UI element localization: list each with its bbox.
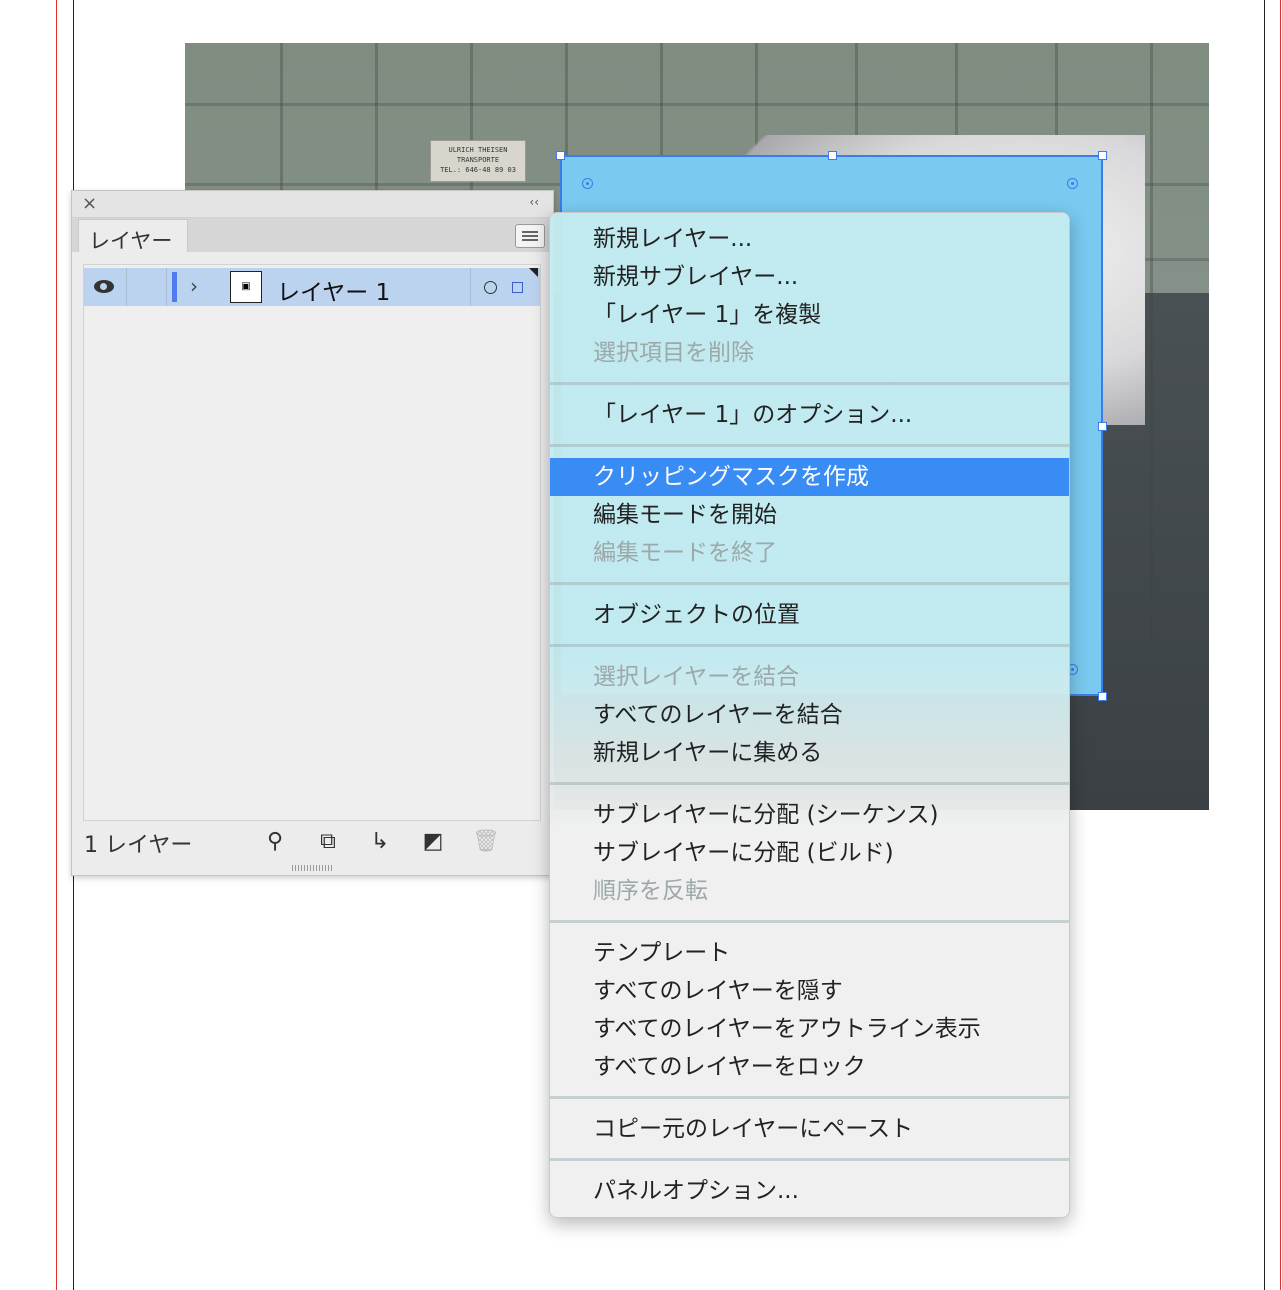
menu-new-sublayer[interactable]: 新規サブレイヤー... xyxy=(550,258,1069,296)
tab-layers[interactable]: レイヤー xyxy=(78,219,188,253)
menu-separator xyxy=(550,920,1069,923)
visibility-toggle[interactable] xyxy=(84,268,127,306)
panel-menu-button[interactable] xyxy=(515,224,545,248)
bounding-handle[interactable] xyxy=(828,151,837,160)
panel-footer: 1 レイヤー ⚲ ⧉ ↳ ◩ 🗑 xyxy=(72,823,553,863)
menu-separator xyxy=(550,444,1069,447)
collapse-icon[interactable]: ‹‹ xyxy=(529,195,539,209)
sign-line-2: TRANSPORTE xyxy=(456,156,500,164)
resize-grip[interactable] xyxy=(292,865,332,871)
context-menu: 新規レイヤー... 新規サブレイヤー... 「レイヤー 1」を複製 選択項目を削… xyxy=(549,212,1070,1218)
bleed-guide-right xyxy=(1280,0,1281,1290)
eye-icon xyxy=(94,280,114,293)
photo-sign: ULRICH THEISEN TRANSPORTE TEL.: 646-48 8… xyxy=(430,140,526,182)
menu-release-build[interactable]: サブレイヤーに分配 (ビルド) xyxy=(550,834,1069,872)
panel-titlebar[interactable]: × ‹‹ xyxy=(72,191,553,218)
menu-release-sequence[interactable]: サブレイヤーに分配 (シーケンス) xyxy=(550,796,1069,834)
menu-separator xyxy=(550,644,1069,647)
menu-separator xyxy=(550,782,1069,785)
corner-widget[interactable] xyxy=(1067,178,1078,189)
artboard-edge-right xyxy=(1264,0,1265,1290)
menu-new-layer[interactable]: 新規レイヤー... xyxy=(550,220,1069,258)
menu-reverse-order: 順序を反転 xyxy=(593,878,708,904)
menu-template[interactable]: テンプレート xyxy=(550,934,1069,972)
menu-separator xyxy=(550,1096,1069,1099)
menu-paste-remembers-layers[interactable]: コピー元のレイヤーにペースト xyxy=(550,1110,1069,1148)
sign-line-3: TEL.: 646-48 89 03 xyxy=(440,166,516,174)
target-icon[interactable] xyxy=(484,281,497,294)
new-sublayer-icon[interactable]: ↳ xyxy=(367,829,393,855)
close-icon[interactable]: × xyxy=(82,194,97,214)
layer-name[interactable]: レイヤー 1 xyxy=(277,273,390,307)
corner-widget[interactable] xyxy=(582,178,593,189)
selected-corner-icon xyxy=(529,268,538,277)
layer-row[interactable]: › ▣ レイヤー 1 xyxy=(84,268,540,306)
layer-color-bar xyxy=(172,272,177,302)
menu-make-clipping-mask[interactable]: クリッピングマスクを作成 xyxy=(550,458,1069,496)
lock-toggle[interactable] xyxy=(126,268,167,306)
menu-locate-object[interactable]: オブジェクトの位置 xyxy=(550,596,1069,634)
layer-count: 1 レイヤー xyxy=(84,833,193,858)
layers-list: › ▣ レイヤー 1 xyxy=(83,264,541,821)
bleed-guide-left xyxy=(56,0,57,1290)
new-layer-icon[interactable]: ◩ xyxy=(420,829,446,855)
selection-indicator-icon[interactable] xyxy=(512,282,523,293)
trash-icon: 🗑 xyxy=(472,829,500,854)
menu-hide-all-layers[interactable]: すべてのレイヤーを隠す xyxy=(550,972,1069,1010)
bounding-handle[interactable] xyxy=(1098,151,1107,160)
menu-delete-selection: 選択項目を削除 xyxy=(593,340,754,366)
expand-chevron-icon[interactable]: › xyxy=(190,274,198,298)
menu-separator xyxy=(550,1158,1069,1161)
menu-merge-selected: 選択レイヤーを結合 xyxy=(593,664,800,690)
sign-line-1: ULRICH THEISEN xyxy=(448,146,508,154)
tab-strip: レイヤー xyxy=(72,218,553,253)
menu-panel-options[interactable]: パネルオプション... xyxy=(550,1172,1069,1210)
menu-duplicate-layer[interactable]: 「レイヤー 1」を複製 xyxy=(550,296,1069,334)
layers-panel: × ‹‹ レイヤー › ▣ レイヤー 1 1 レイヤー ⚲ ⧉ ↳ ◩ 🗑 xyxy=(71,190,554,876)
layer-thumbnail: ▣ xyxy=(230,271,262,303)
menu-outline-all-layers[interactable]: すべてのレイヤーをアウトライン表示 xyxy=(550,1010,1069,1048)
menu-lock-all-layers[interactable]: すべてのレイヤーをロック xyxy=(550,1048,1069,1086)
menu-enter-isolation[interactable]: 編集モードを開始 xyxy=(550,496,1069,534)
hamburger-icon xyxy=(522,231,538,233)
menu-exit-isolation: 編集モードを終了 xyxy=(593,540,777,566)
menu-flatten-artwork[interactable]: すべてのレイヤーを結合 xyxy=(550,696,1069,734)
menu-collect-in-new-layer[interactable]: 新規レイヤーに集める xyxy=(550,734,1069,772)
menu-layer-options[interactable]: 「レイヤー 1」のオプション... xyxy=(550,396,1069,434)
clipping-mask-icon[interactable]: ⧉ xyxy=(315,829,341,855)
menu-separator xyxy=(550,382,1069,385)
search-icon[interactable]: ⚲ xyxy=(262,829,288,855)
bounding-handle[interactable] xyxy=(1098,422,1107,431)
bounding-handle[interactable] xyxy=(1098,692,1107,701)
menu-separator xyxy=(550,582,1069,585)
bounding-handle[interactable] xyxy=(556,151,565,160)
